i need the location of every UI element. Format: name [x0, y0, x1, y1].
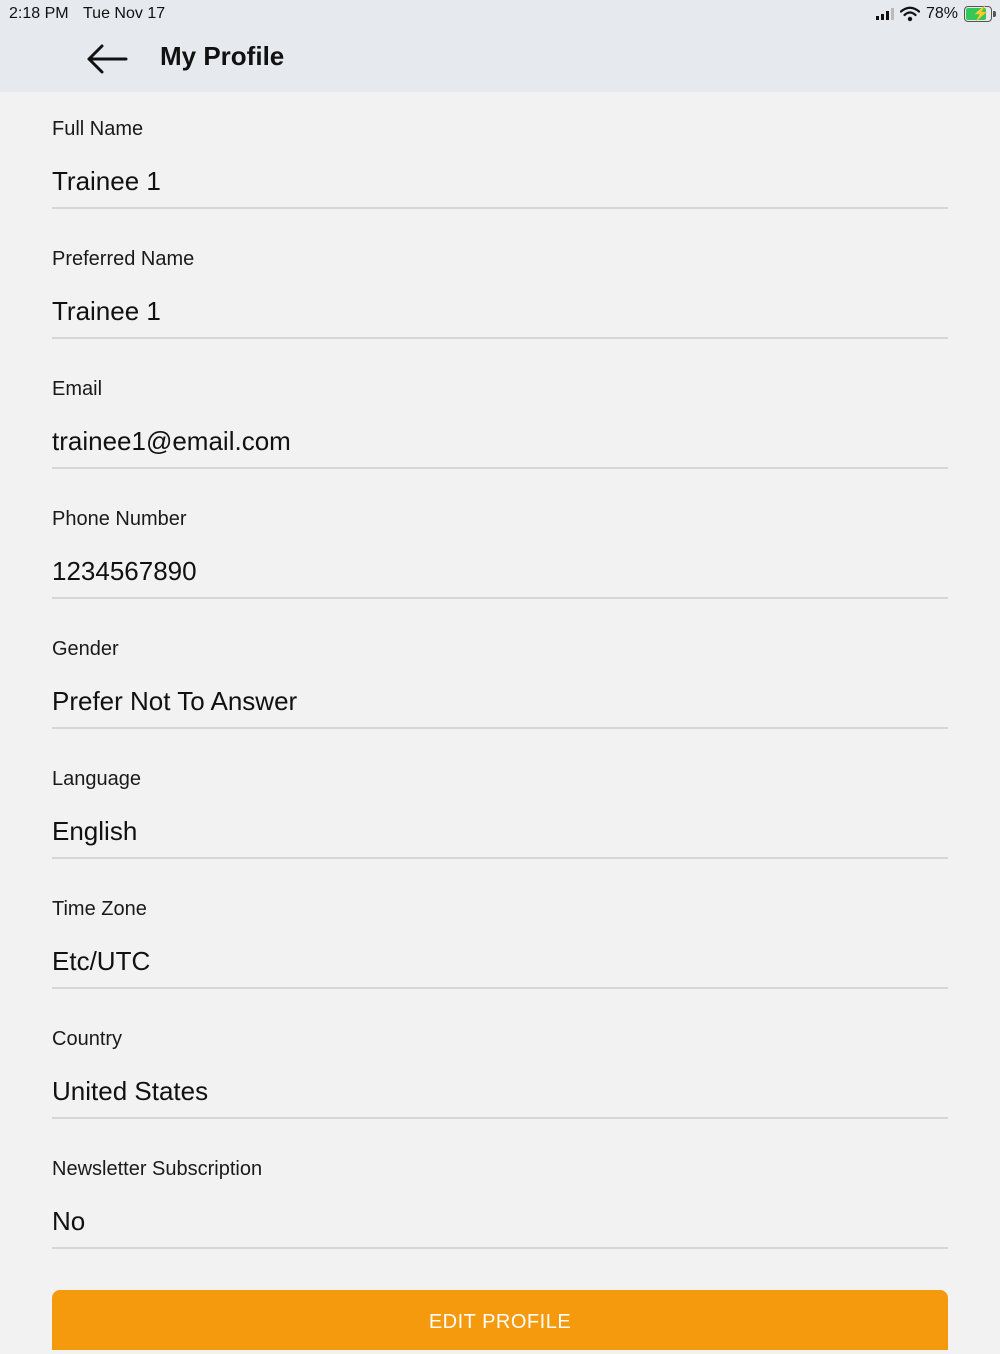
- profile-form: Full Name Trainee 1 Preferred Name Train…: [52, 92, 948, 1262]
- divider: [52, 597, 948, 599]
- field-label: Newsletter Subscription: [52, 1158, 263, 1180]
- field-email: Email trainee1@email.com: [52, 352, 948, 482]
- field-value: Trainee 1: [52, 296, 161, 326]
- field-label: Gender: [52, 638, 119, 660]
- field-phone-number: Phone Number 1234567890: [52, 482, 948, 612]
- status-date: Tue Nov 17: [83, 5, 166, 22]
- field-preferred-name: Preferred Name Trainee 1: [52, 222, 948, 352]
- divider: [52, 467, 948, 469]
- field-time-zone: Time Zone Etc/UTC: [52, 872, 948, 1002]
- field-language: Language English: [52, 742, 948, 872]
- field-value: Prefer Not To Answer: [52, 686, 298, 716]
- field-value: Etc/UTC: [52, 946, 151, 976]
- field-value: United States: [52, 1076, 209, 1106]
- field-label: Phone Number: [52, 508, 187, 530]
- wifi-icon: [899, 6, 920, 22]
- status-time: 2:18 PM: [9, 5, 69, 22]
- field-value: English: [52, 816, 138, 846]
- field-label: Full Name: [52, 118, 144, 140]
- cellular-signal-icon: [875, 8, 894, 20]
- field-label: Email: [52, 378, 103, 400]
- status-indicators: 78% ⚡: [875, 4, 996, 24]
- battery-percent: 78%: [925, 5, 958, 22]
- page-title: My Profile: [160, 41, 285, 71]
- top-header: 2:18 PM Tue Nov 17 78% ⚡ My Profile: [0, 0, 1000, 92]
- divider: [52, 1247, 948, 1249]
- field-label: Country: [52, 1028, 123, 1050]
- divider: [52, 857, 948, 859]
- field-value: No: [52, 1206, 86, 1236]
- divider: [52, 987, 948, 989]
- field-country: Country United States: [52, 1002, 948, 1132]
- back-button[interactable]: [82, 38, 132, 80]
- divider: [52, 207, 948, 209]
- field-value: trainee1@email.com: [52, 426, 291, 456]
- divider: [52, 337, 948, 339]
- edit-profile-button[interactable]: EDIT PROFILE: [52, 1290, 948, 1350]
- field-newsletter-subscription: Newsletter Subscription No: [52, 1132, 948, 1262]
- arrow-left-icon: [87, 44, 128, 74]
- field-label: Language: [52, 768, 141, 790]
- divider: [52, 1117, 948, 1119]
- field-gender: Gender Prefer Not To Answer: [52, 612, 948, 742]
- field-label: Time Zone: [52, 898, 147, 920]
- field-full-name: Full Name Trainee 1: [52, 92, 948, 222]
- field-label: Preferred Name: [52, 248, 195, 270]
- status-bar: 2:18 PM Tue Nov 17 78% ⚡: [0, 0, 1000, 28]
- divider: [52, 727, 948, 729]
- battery-charging-icon: ⚡: [964, 5, 996, 22]
- field-value: Trainee 1: [52, 166, 161, 196]
- field-value: 1234567890: [52, 556, 197, 586]
